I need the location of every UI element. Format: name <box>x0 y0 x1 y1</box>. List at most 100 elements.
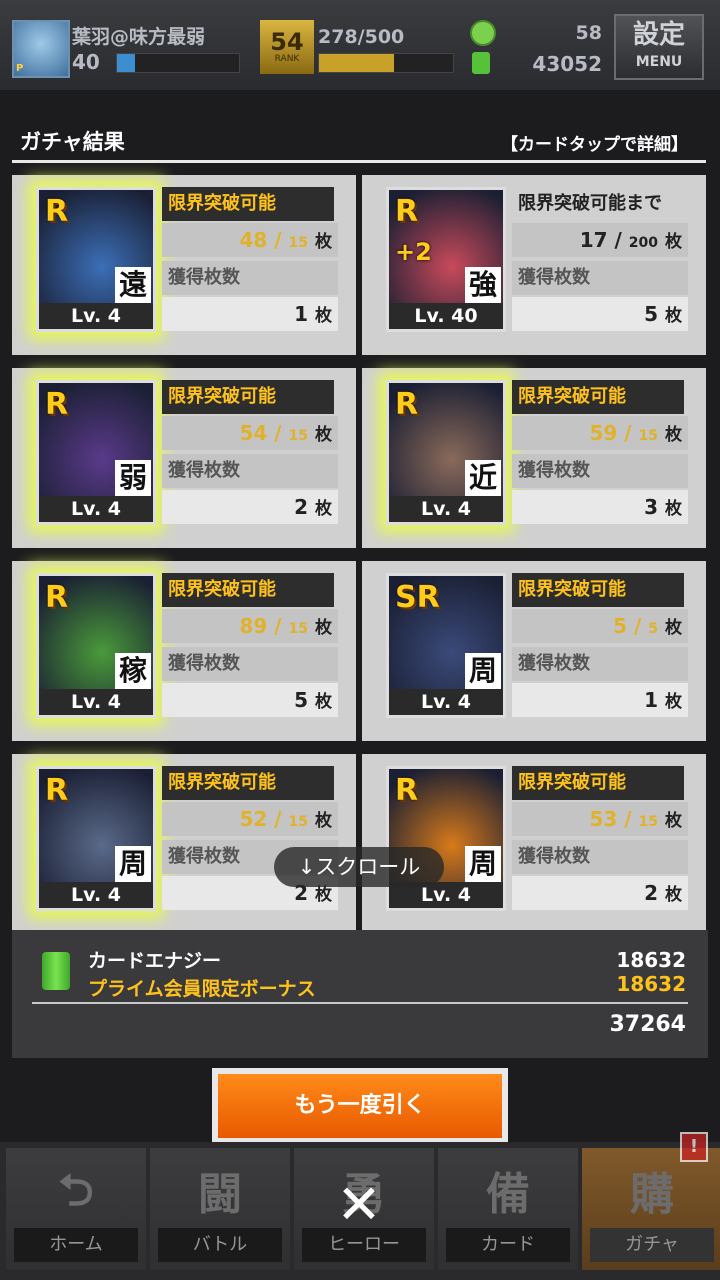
acquired-value: 5 <box>294 688 309 712</box>
result-card[interactable]: SR 周 Lv. 4 限界突破可能 5 / 5 枚獲得枚数 1 枚 <box>362 561 706 741</box>
acquired-count: 2 枚 <box>512 876 688 910</box>
acquired-label: 獲得枚数 <box>162 454 338 488</box>
owned-need: 15 <box>288 428 309 444</box>
acquired-unit: 枚 <box>315 499 332 519</box>
owned-count: 54 / 15 枚 <box>162 416 338 450</box>
owned-unit: 枚 <box>315 811 332 831</box>
owned-have: 54 <box>239 421 268 445</box>
acquired-label: 獲得枚数 <box>162 261 338 295</box>
result-card[interactable]: R 稼 Lv. 4 限界突破可能 89 / 15 枚獲得枚数 5 枚 <box>12 561 356 741</box>
owned-count: 53 / 15 枚 <box>512 802 688 836</box>
owned-need: 200 <box>628 235 659 251</box>
stamina-text: 278/500 <box>318 26 405 48</box>
coin-icon <box>470 20 496 46</box>
draw-again-button[interactable]: もう一度引く <box>212 1068 508 1144</box>
rank-number: 54 <box>270 28 304 56</box>
acquired-unit: 枚 <box>665 306 682 326</box>
owned-have: 59 <box>589 421 618 445</box>
limit-break-status: 限界突破可能 <box>162 766 334 800</box>
stamina-bar-fill <box>319 54 395 72</box>
settings-menu-button[interactable]: 設定 MENU <box>614 14 704 80</box>
acquired-label: 獲得枚数 <box>512 647 688 681</box>
card-thumbnail[interactable]: R 周 Lv. 4 <box>36 766 156 911</box>
card-type-badge: 遠 <box>115 267 151 303</box>
acquired-label: 獲得枚数 <box>512 261 688 295</box>
acquired-label: 獲得枚数 <box>512 454 688 488</box>
card-type-badge: 周 <box>115 846 151 882</box>
close-icon[interactable]: ✕ <box>334 1178 384 1232</box>
card-level: Lv. 4 <box>389 496 503 522</box>
owned-need: 5 <box>648 621 659 637</box>
card-thumbnail[interactable]: R 周 Lv. 4 <box>386 766 506 911</box>
owned-have: 5 <box>613 614 628 638</box>
result-card[interactable]: R +2 強 Lv. 40 限界突破可能まで 17 / 200 枚獲得枚数 5 枚 <box>362 175 706 355</box>
nav-card[interactable]: 備カード <box>438 1148 578 1270</box>
tap-hint: 【カードタップで詳細】 <box>501 135 688 155</box>
nav-home[interactable]: ⮌ ホーム <box>6 1148 146 1270</box>
owned-need: 15 <box>288 235 309 251</box>
owned-unit: 枚 <box>315 425 332 445</box>
settings-kanji: 設定 <box>632 20 685 50</box>
owned-count: 52 / 15 枚 <box>162 802 338 836</box>
owned-count: 5 / 5 枚 <box>512 609 688 643</box>
owned-count: 17 / 200 枚 <box>512 223 688 257</box>
energy-divider <box>32 1002 688 1004</box>
acquired-unit: 枚 <box>665 692 682 712</box>
acquired-unit: 枚 <box>665 499 682 519</box>
owned-need: 15 <box>638 428 659 444</box>
result-card[interactable]: R 弱 Lv. 4 限界突破可能 54 / 15 枚獲得枚数 2 枚 <box>12 368 356 548</box>
owned-count: 89 / 15 枚 <box>162 609 338 643</box>
limit-break-status: 限界突破可能 <box>162 573 334 607</box>
acquired-count: 2 枚 <box>162 490 338 524</box>
xp-bar-fill <box>117 54 136 72</box>
nav-gacha[interactable]: 購ガチャ <box>582 1148 720 1270</box>
owned-need: 15 <box>638 814 659 830</box>
page-title: ガチャ結果 <box>20 130 125 154</box>
result-card[interactable]: R 周 Lv. 4 限界突破可能 52 / 15 枚獲得枚数 2 枚 <box>12 754 356 934</box>
coin-count: 58 <box>575 22 602 44</box>
home-icon: ⮌ <box>58 1165 94 1216</box>
owned-have: 48 <box>239 228 268 252</box>
card-thumbnail[interactable]: R 弱 Lv. 4 <box>36 380 156 525</box>
result-card[interactable]: R 周 Lv. 4 限界突破可能 53 / 15 枚獲得枚数 2 枚 <box>362 754 706 934</box>
owned-unit: 枚 <box>315 232 332 252</box>
card-thumbnail[interactable]: SR 周 Lv. 4 <box>386 573 506 718</box>
energy-count: 43052 <box>532 52 602 76</box>
card-type-badge: 強 <box>465 267 501 303</box>
card-level: Lv. 4 <box>39 689 153 715</box>
card-thumbnail[interactable]: R +2 強 Lv. 40 <box>386 187 506 332</box>
rarity-badge: R <box>45 387 69 422</box>
acquired-count: 1 枚 <box>162 297 338 331</box>
card-thumbnail[interactable]: R 近 Lv. 4 <box>386 380 506 525</box>
gacha-alert-badge: ! <box>680 1132 708 1162</box>
draw-again-label: もう一度引く <box>218 1074 502 1138</box>
acquired-label: 獲得枚数 <box>512 840 688 874</box>
rank-badge: 54 RANK <box>260 20 314 74</box>
owned-count: 59 / 15 枚 <box>512 416 688 450</box>
card-thumbnail[interactable]: R 稼 Lv. 4 <box>36 573 156 718</box>
stamina-bar <box>318 53 454 73</box>
prime-bonus-label: プライム会員限定ボーナス <box>88 978 316 1000</box>
limit-break-status: 限界突破可能 <box>512 573 684 607</box>
status-bar: P 葉羽@味方最弱 40 54 RANK 278/500 58 43052 設定… <box>0 0 720 90</box>
player-avatar[interactable]: P <box>12 20 70 78</box>
owned-have: 89 <box>239 614 268 638</box>
energy-panel: カードエナジー プライム会員限定ボーナス 18632 18632 37264 <box>12 930 708 1058</box>
card-type-badge: 近 <box>465 460 501 496</box>
acquired-label: 獲得枚数 <box>162 647 338 681</box>
owned-need: 15 <box>288 814 309 830</box>
nav-battle[interactable]: 闘バトル <box>150 1148 290 1270</box>
result-card[interactable]: R 近 Lv. 4 限界突破可能 59 / 15 枚獲得枚数 3 枚 <box>362 368 706 548</box>
gacha-icon: 購 <box>630 1169 674 1220</box>
card-type-badge: 周 <box>465 653 501 689</box>
result-card[interactable]: R 遠 Lv. 4 限界突破可能 48 / 15 枚獲得枚数 1 枚 <box>12 175 356 355</box>
owned-have: 52 <box>239 807 268 831</box>
acquired-unit: 枚 <box>315 885 332 905</box>
acquired-count: 1 枚 <box>512 683 688 717</box>
divider <box>12 160 706 163</box>
rarity-badge: R <box>45 580 69 615</box>
scroll-hint: ↓スクロール <box>274 847 444 887</box>
card-level: Lv. 4 <box>39 496 153 522</box>
limit-break-status: 限界突破可能 <box>162 380 334 414</box>
card-thumbnail[interactable]: R 遠 Lv. 4 <box>36 187 156 332</box>
